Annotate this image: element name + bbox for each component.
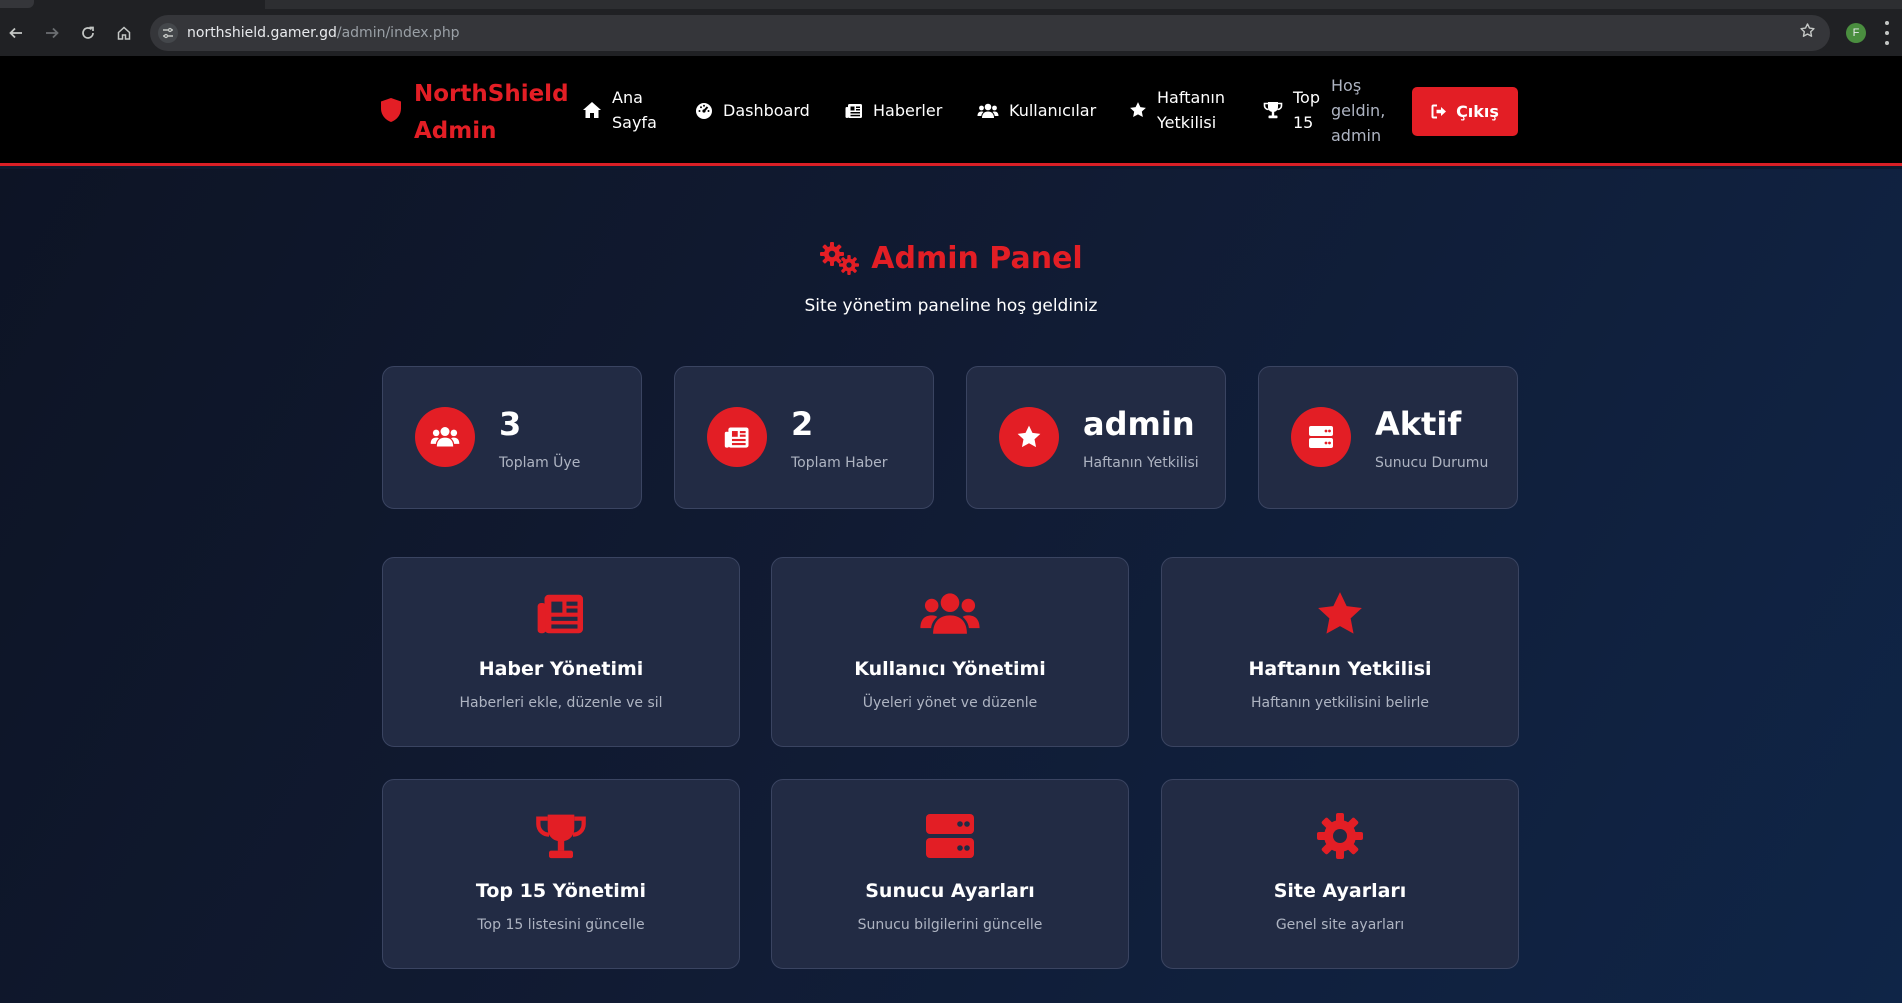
nav-haftanin-yetkilisi[interactable]: Haftanın Yetkilisi xyxy=(1129,85,1225,135)
page-title-text: Admin Panel xyxy=(871,241,1083,276)
stat-value: 2 xyxy=(791,405,814,443)
logout-button[interactable]: Çıkış xyxy=(1412,87,1518,136)
home-outline-icon xyxy=(117,26,131,40)
card-title: Top 15 Yönetimi xyxy=(475,880,647,902)
stat-card-server-status: Aktif Sunucu Durumu xyxy=(1258,366,1518,509)
stat-label: Toplam Üye xyxy=(499,455,581,471)
card-description: Haftanın yetkilisini belirle xyxy=(1250,695,1430,711)
home-icon xyxy=(583,102,601,118)
forward-button[interactable] xyxy=(39,20,65,46)
card-description: Genel site ayarları xyxy=(1275,917,1405,933)
nav-kullanicilar[interactable]: Kullanıcılar xyxy=(977,98,1096,123)
brand-line-1: NorthShield xyxy=(414,81,569,107)
card-title: Haftanın Yetkilisi xyxy=(1248,658,1432,680)
stat-icon-circle xyxy=(707,407,767,467)
newspaper-icon xyxy=(845,103,862,118)
trophy-icon xyxy=(536,814,586,859)
welcome-text: Hoş geldin, admin xyxy=(1331,76,1386,145)
url-host: northshield.gamer.gd xyxy=(187,25,337,41)
url-path: /admin/index.php xyxy=(336,25,460,41)
gears-icon xyxy=(820,241,860,275)
tab-strip xyxy=(0,0,1902,10)
back-button[interactable] xyxy=(3,20,29,46)
tab-strip-background xyxy=(265,0,1902,9)
browser-menu-icon[interactable] xyxy=(1884,21,1890,45)
star-icon xyxy=(1318,592,1362,634)
main-content: Admin Panel Site yönetim paneline hoş ge… xyxy=(0,169,1902,1003)
nav-label: Haftanın Yetkilisi xyxy=(1157,88,1225,132)
card-title: Kullanıcı Yönetimi xyxy=(854,658,1046,680)
card-description: Sunucu bilgilerini güncelle xyxy=(857,917,1043,933)
card-description: Haberleri ekle, düzenle ve sil xyxy=(459,695,663,711)
stat-value: 3 xyxy=(499,405,522,443)
card-description: Top 15 listesini güncelle xyxy=(477,917,645,933)
nav-label: Dashboard xyxy=(723,101,810,120)
newspaper-icon xyxy=(537,594,583,634)
stat-label: Haftanın Yetkilisi xyxy=(1083,455,1199,471)
stat-card-members: 3 Toplam Üye xyxy=(382,366,642,509)
card-title: Site Ayarları xyxy=(1273,880,1407,902)
browser-tab[interactable] xyxy=(0,0,34,8)
stat-icon-circle xyxy=(415,407,475,467)
card-haber-yonetimi[interactable]: Haber Yönetimi Haberleri ekle, düzenle v… xyxy=(382,557,740,747)
card-haftanin-yetkilisi[interactable]: Haftanın Yetkilisi Haftanın yetkilisini … xyxy=(1161,557,1519,747)
sign-out-icon xyxy=(1431,104,1447,119)
stat-value: Aktif xyxy=(1375,405,1462,443)
stat-label: Toplam Haber xyxy=(791,455,888,471)
newspaper-icon xyxy=(724,426,749,448)
reload-button[interactable] xyxy=(75,20,101,46)
forward-arrow-icon xyxy=(46,27,59,39)
back-arrow-icon xyxy=(9,27,22,39)
reload-icon xyxy=(82,26,94,39)
nav-top-15[interactable]: Top 15 xyxy=(1263,85,1320,135)
site-info-icon[interactable] xyxy=(158,23,178,43)
nav-haberler[interactable]: Haberler xyxy=(845,98,942,123)
card-title: Haber Yönetimi xyxy=(478,658,644,680)
site-header: NorthShield Admin Ana Sayfa Dashboard Hab… xyxy=(0,56,1902,166)
card-kullanici-yonetimi[interactable]: Kullanıcı Yönetimi Üyeleri yönet ve düze… xyxy=(771,557,1129,747)
logout-label: Çıkış xyxy=(1456,102,1499,121)
gauge-icon xyxy=(696,102,712,119)
nav-dashboard[interactable]: Dashboard xyxy=(695,98,810,123)
server-icon xyxy=(926,814,974,858)
bookmark-star-icon[interactable] xyxy=(1799,22,1816,45)
users-icon xyxy=(430,427,460,447)
home-button[interactable] xyxy=(111,20,137,46)
card-top-15-yonetimi[interactable]: Top 15 Yönetimi Top 15 listesini güncell… xyxy=(382,779,740,969)
card-description: Üyeleri yönet ve düzenle xyxy=(862,695,1038,711)
address-bar[interactable]: northshield.gamer.gd/admin/index.php xyxy=(150,15,1830,51)
page-title: Admin Panel xyxy=(0,241,1902,276)
page-subtitle: Site yönetim paneline hoş geldiniz xyxy=(804,296,1098,316)
gear-icon xyxy=(1317,813,1363,859)
stat-icon-circle xyxy=(999,407,1059,467)
card-site-ayarlari[interactable]: Site Ayarları Genel site ayarları xyxy=(1161,779,1519,969)
stat-card-news: 2 Toplam Haber xyxy=(674,366,934,509)
url-text[interactable]: northshield.gamer.gd/admin/index.php xyxy=(187,25,460,41)
nav-ana-sayfa[interactable]: Ana Sayfa xyxy=(582,85,657,135)
brand-logo-link[interactable]: NorthShield Admin xyxy=(380,76,569,150)
star-icon xyxy=(1017,425,1041,448)
trophy-icon xyxy=(1263,102,1283,119)
stat-icon-circle xyxy=(1291,407,1351,467)
users-icon xyxy=(977,103,999,118)
star-icon xyxy=(1130,102,1146,118)
server-icon xyxy=(1309,426,1333,448)
nav-label: Haberler xyxy=(873,101,943,120)
profile-avatar[interactable]: F xyxy=(1846,23,1866,43)
nav-label: Ana Sayfa xyxy=(612,88,657,132)
card-title: Sunucu Ayarları xyxy=(865,880,1035,902)
browser-chrome: northshield.gamer.gd/admin/index.php F xyxy=(0,0,1902,56)
shield-icon xyxy=(381,98,401,122)
users-icon xyxy=(920,593,980,634)
brand-name: NorthShield Admin xyxy=(414,76,569,150)
card-sunucu-ayarlari[interactable]: Sunucu Ayarları Sunucu bilgilerini günce… xyxy=(771,779,1129,969)
stat-label: Sunucu Durumu xyxy=(1375,455,1489,471)
stat-value: admin xyxy=(1083,405,1195,443)
stat-card-weekly-officer: admin Haftanın Yetkilisi xyxy=(966,366,1226,509)
nav-label: Top 15 xyxy=(1293,88,1320,132)
brand-line-2: Admin xyxy=(414,118,497,144)
nav-label: Kullanıcılar xyxy=(1009,101,1097,120)
